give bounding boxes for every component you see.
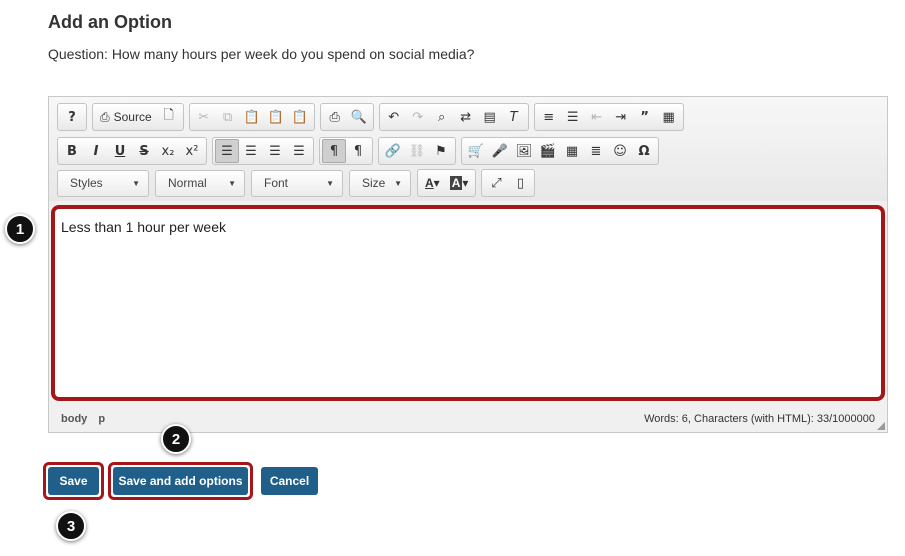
- image-icon[interactable]: 🖼: [512, 139, 536, 163]
- subscript-icon[interactable]: x₂: [156, 139, 180, 163]
- redo-icon[interactable]: ↷: [406, 105, 430, 129]
- path-p[interactable]: p: [98, 413, 105, 425]
- anchor-icon[interactable]: ⚑: [429, 139, 453, 163]
- special-char-icon[interactable]: Ω: [632, 139, 656, 163]
- align-left-icon[interactable]: ☰: [215, 139, 239, 163]
- size-label: Size: [362, 176, 386, 190]
- numbered-list-icon[interactable]: ≡: [537, 105, 561, 129]
- callout-3: 3: [56, 511, 86, 541]
- paste-word-icon[interactable]: 📋: [288, 105, 312, 129]
- help-icon[interactable]: ?: [60, 105, 84, 129]
- undo-icon[interactable]: ↶: [382, 105, 406, 129]
- copy-icon[interactable]: ⧉: [216, 105, 240, 129]
- chevron-down-icon: ▼: [132, 178, 140, 188]
- bold-icon[interactable]: B: [60, 139, 84, 163]
- link-icon[interactable]: 🔗: [381, 139, 405, 163]
- callout-2: 2: [161, 424, 191, 454]
- word-count: Words: 6, Characters (with HTML): 33/100…: [644, 412, 875, 425]
- align-right-icon[interactable]: ☰: [263, 139, 287, 163]
- editor-toolbar: ? ⎙ Source 🗋 ✂ ⧉ 📋 📋 📋 ⎙ 🔍 ↶ ↷ ⌕ ⇄ ▤ T ≡…: [49, 97, 887, 201]
- print-icon[interactable]: ⎙: [323, 105, 347, 129]
- underline-icon[interactable]: U: [108, 139, 132, 163]
- editor-text: Less than 1 hour per week: [61, 219, 226, 235]
- preview-icon[interactable]: 🔍: [347, 105, 371, 129]
- cancel-button[interactable]: Cancel: [261, 467, 318, 495]
- chevron-down-icon: ▼: [228, 178, 236, 188]
- paste-text-icon[interactable]: 📋: [264, 105, 288, 129]
- blockquote-icon[interactable]: ”: [633, 105, 657, 129]
- font-dropdown[interactable]: Font ▼: [251, 169, 343, 197]
- cut-icon[interactable]: ✂: [192, 105, 216, 129]
- show-blocks-icon[interactable]: ▯: [508, 171, 532, 195]
- templates-icon[interactable]: 🗋: [157, 105, 181, 129]
- horizontal-line-icon[interactable]: ≣: [584, 139, 608, 163]
- styles-dropdown[interactable]: Styles ▼: [57, 169, 149, 197]
- strikethrough-icon[interactable]: S: [132, 139, 156, 163]
- cart-icon[interactable]: 🛒: [464, 139, 488, 163]
- italic-icon[interactable]: I: [84, 139, 108, 163]
- background-color-button[interactable]: A ▾: [445, 171, 474, 195]
- save-highlight: Save: [43, 462, 104, 500]
- callout-1: 1: [5, 214, 35, 244]
- question-text: Question: How many hours per week do you…: [48, 46, 475, 62]
- save-button[interactable]: Save: [48, 467, 99, 495]
- outdent-icon[interactable]: ⇤: [585, 105, 609, 129]
- save-add-highlight: Save and add options: [108, 462, 253, 500]
- format-dropdown[interactable]: Normal ▼: [155, 169, 245, 197]
- rich-text-editor: ? ⎙ Source 🗋 ✂ ⧉ 📋 📋 📋 ⎙ 🔍 ↶ ↷ ⌕ ⇄ ▤ T ≡…: [48, 96, 888, 433]
- microphone-icon[interactable]: 🎤: [488, 139, 512, 163]
- video-icon[interactable]: 🎬: [536, 139, 560, 163]
- maximize-icon[interactable]: ⤢: [484, 171, 508, 195]
- indent-icon[interactable]: ⇥: [609, 105, 633, 129]
- align-center-icon[interactable]: ☰: [239, 139, 263, 163]
- smiley-icon[interactable]: ☺: [608, 139, 632, 163]
- path-body[interactable]: body: [61, 413, 87, 425]
- remove-format-icon[interactable]: T: [502, 105, 526, 129]
- save-and-add-options-button[interactable]: Save and add options: [113, 467, 248, 495]
- chevron-down-icon: ▼: [326, 178, 334, 188]
- justify-icon[interactable]: ☰: [287, 139, 311, 163]
- replace-icon[interactable]: ⇄: [454, 105, 478, 129]
- table-icon[interactable]: ▦: [560, 139, 584, 163]
- ltr-icon[interactable]: ¶: [322, 139, 346, 163]
- chevron-down-icon: ▼: [394, 178, 402, 188]
- element-path: body p: [61, 413, 113, 425]
- superscript-icon[interactable]: x²: [180, 139, 204, 163]
- unlink-icon[interactable]: ⛓: [405, 139, 429, 163]
- find-icon[interactable]: ⌕: [430, 105, 454, 129]
- bulleted-list-icon[interactable]: ☰: [561, 105, 585, 129]
- format-label: Normal: [168, 176, 207, 190]
- text-color-button[interactable]: A ▾: [420, 171, 445, 195]
- styles-label: Styles: [70, 176, 103, 190]
- rtl-icon[interactable]: ¶: [346, 139, 370, 163]
- source-icon: ⎙: [100, 109, 110, 124]
- paste-icon[interactable]: 📋: [240, 105, 264, 129]
- source-label: Source: [113, 110, 152, 124]
- resize-handle[interactable]: [877, 422, 885, 430]
- editor-content-area[interactable]: Less than 1 hour per week: [51, 205, 885, 401]
- font-label: Font: [264, 176, 289, 190]
- page-title: Add an Option: [48, 12, 172, 32]
- create-div-icon[interactable]: ▦: [657, 105, 681, 129]
- source-button[interactable]: ⎙ Source: [95, 105, 157, 129]
- select-all-icon[interactable]: ▤: [478, 105, 502, 129]
- size-dropdown[interactable]: Size ▼: [349, 169, 411, 197]
